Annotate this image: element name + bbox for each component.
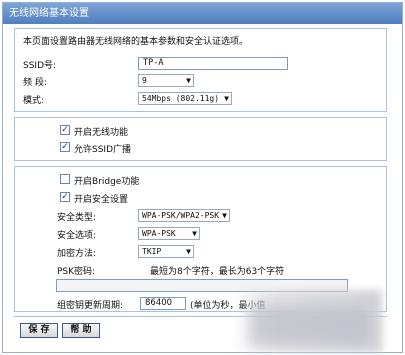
- bridge-checkbox[interactable]: [60, 174, 70, 184]
- ssid-broadcast-label: 允许SSID广播: [74, 145, 132, 155]
- wireless-toggles-panel: [14, 117, 387, 161]
- security-enable-label: 开启安全设置: [74, 195, 129, 205]
- security-option-select[interactable]: WPA-PSK ▼: [138, 227, 200, 240]
- security-type-value: WPA-PSK/WPA2-PSK: [142, 211, 220, 220]
- encryption-value: TKIP: [142, 247, 162, 256]
- channel-select[interactable]: 9 ▼: [138, 74, 194, 87]
- channel-value: 9: [142, 76, 147, 85]
- window-title: 无线网络基本设置: [3, 3, 402, 24]
- check-icon: ✓: [61, 142, 69, 152]
- mode-label: 模式:: [23, 96, 45, 106]
- mode-select[interactable]: 54Mbps (802.11g) ▼: [138, 92, 232, 105]
- encryption-label: 加密方法:: [57, 249, 97, 259]
- group-key-renew-input[interactable]: 86400: [140, 297, 186, 310]
- check-icon: ✓: [61, 125, 69, 135]
- check-icon: ✓: [61, 192, 69, 202]
- save-button[interactable]: 保 存: [20, 323, 58, 338]
- watermark-blur-core: [250, 305, 370, 345]
- intro-text: 本页面设置路由器无线网络的基本参数和安全认证选项。: [23, 37, 249, 47]
- chevron-down-icon: ▼: [186, 247, 191, 256]
- chevron-down-icon: ▼: [222, 211, 227, 220]
- security-type-select[interactable]: WPA-PSK/WPA2-PSK ▼: [138, 209, 230, 222]
- psk-hint: 最短为8个字符，最长为63个字符: [150, 267, 285, 277]
- ssid-input[interactable]: TP-A: [138, 57, 288, 70]
- ssid-label: SSID号:: [23, 61, 57, 71]
- ssid-broadcast-checkbox[interactable]: ✓: [60, 142, 70, 152]
- security-option-value: WPA-PSK: [142, 229, 176, 238]
- mode-value: 54Mbps (802.11g): [142, 94, 220, 103]
- help-button[interactable]: 帮 助: [62, 323, 100, 338]
- chevron-down-icon: ▼: [186, 76, 191, 85]
- chevron-down-icon: ▼: [224, 94, 229, 103]
- enable-wireless-label: 开启无线功能: [74, 128, 129, 138]
- security-checkbox[interactable]: ✓: [60, 192, 70, 202]
- psk-label: PSK密码:: [57, 267, 96, 277]
- channel-label: 频 段:: [23, 78, 47, 88]
- security-option-label: 安全选项:: [57, 231, 97, 241]
- security-type-label: 安全类型:: [57, 213, 97, 223]
- enable-wireless-checkbox[interactable]: ✓: [60, 125, 70, 135]
- bridge-label: 开启Bridge功能: [74, 177, 140, 187]
- encryption-select[interactable]: TKIP ▼: [138, 245, 194, 258]
- chevron-down-icon: ▼: [192, 229, 197, 238]
- group-key-renew-label: 组密钥更新周期:: [57, 301, 124, 311]
